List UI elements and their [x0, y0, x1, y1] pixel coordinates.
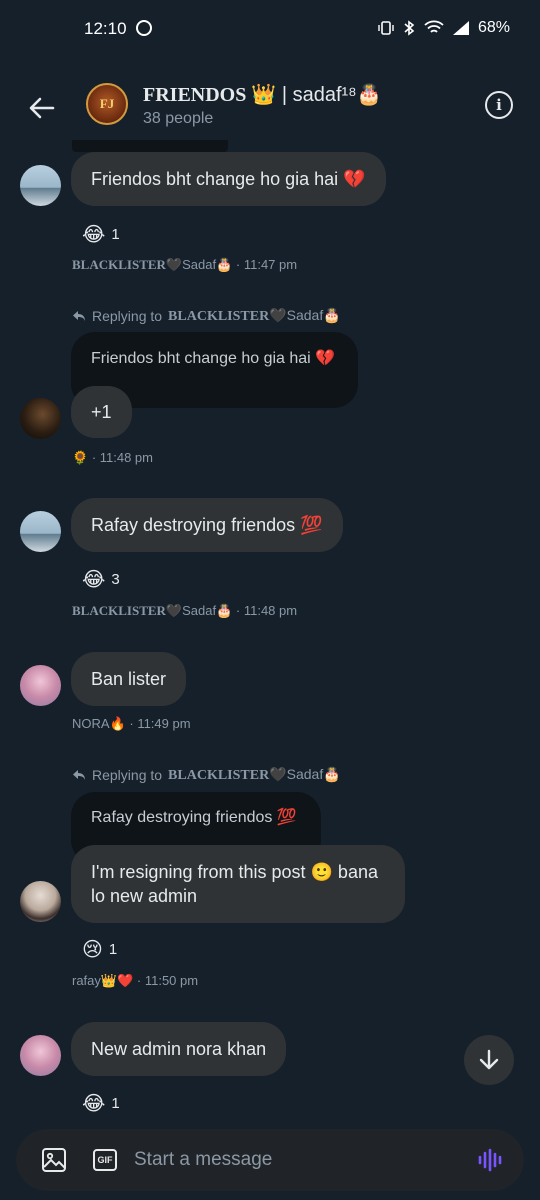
- group-title-rest: | sadaf¹⁸🎂: [281, 84, 382, 106]
- message-input[interactable]: [134, 1145, 454, 1175]
- image-icon: [42, 1148, 66, 1172]
- reply-prefix: Replying to: [92, 308, 163, 324]
- sender-name: BLACKLISTER: [72, 257, 166, 272]
- message-meta: NORA🔥 · 11:49 pm: [72, 716, 191, 732]
- battery-level: 68%: [477, 19, 510, 36]
- wifi-icon: [424, 20, 444, 33]
- group-avatar[interactable]: FJ: [86, 83, 128, 125]
- voice-wave-icon: [478, 1148, 502, 1172]
- message-time: · 11:49 pm: [129, 716, 191, 731]
- status-time: 12:10: [84, 19, 127, 38]
- sender-name: 🌻: [72, 450, 89, 465]
- back-button[interactable]: [22, 88, 62, 128]
- avatar[interactable]: [20, 511, 61, 552]
- vibrate-icon: [378, 21, 394, 35]
- avatar[interactable]: [20, 1035, 61, 1076]
- reaction-emoji: 😂: [82, 224, 106, 246]
- sender-suffix: 🖤Sadaf🎂: [165, 603, 233, 618]
- sender-suffix: 🖤Sadaf🎂: [165, 257, 233, 272]
- reaction-count: 1: [108, 941, 118, 958]
- message-meta: BLACKLISTER🖤Sadaf🎂 · 11:47 pm: [72, 257, 297, 273]
- bluetooth-icon: [404, 20, 415, 36]
- reply-name: BLACKLISTER: [168, 768, 270, 783]
- reply-prefix: Replying to: [92, 767, 163, 783]
- reaction[interactable]: 😂 3: [82, 567, 120, 592]
- reply-name: BLACKLISTER: [168, 309, 270, 324]
- reaction-count: 1: [111, 226, 120, 243]
- reaction-emoji: 😂: [82, 1093, 106, 1115]
- sender-name: BLACKLISTER: [72, 603, 166, 618]
- scroll-to-bottom-button[interactable]: [464, 1035, 514, 1085]
- signal-icon: [452, 21, 469, 35]
- previous-message-edge: [72, 140, 228, 152]
- arrow-down-icon: [479, 1049, 499, 1070]
- avatar[interactable]: [20, 881, 61, 922]
- arrow-left-icon: [29, 97, 55, 119]
- message-time: · 11:50 pm: [136, 973, 199, 988]
- message-bubble[interactable]: Rafay destroying friendos 💯: [71, 498, 343, 552]
- reaction[interactable]: 😂 1: [82, 222, 120, 247]
- whatsapp-icon: [136, 20, 152, 36]
- message-bubble[interactable]: Friendos bht change ho gia hai 💔: [71, 152, 386, 206]
- reply-suffix: 🖤Sadaf🎂: [269, 307, 341, 323]
- reply-suffix: 🖤Sadaf🎂: [269, 766, 341, 782]
- group-title-main: FRIENDOS 👑: [143, 84, 277, 106]
- info-button[interactable]: i: [485, 91, 513, 119]
- message-meta: 🌻 · 11:48 pm: [72, 450, 153, 466]
- gif-button[interactable]: GIF: [91, 1146, 119, 1174]
- info-icon: i: [496, 96, 502, 114]
- message-meta: BLACKLISTER🖤Sadaf🎂 · 11:48 pm: [72, 603, 297, 619]
- status-icons: 68%: [378, 19, 510, 37]
- sender-name: NORA🔥: [72, 716, 126, 731]
- message-bubble[interactable]: +1: [71, 386, 132, 438]
- media-button[interactable]: [40, 1146, 68, 1174]
- group-title[interactable]: FRIENDOS 👑 | sadaf¹⁸🎂: [143, 82, 382, 107]
- group-logo-text: FJ: [99, 96, 115, 111]
- member-count[interactable]: 38 people: [143, 110, 213, 128]
- conversation-header: FJ FRIENDOS 👑 | sadaf¹⁸🎂 38 people i: [0, 70, 540, 140]
- reaction-count: 1: [111, 1095, 120, 1112]
- gif-icon: GIF: [93, 1149, 117, 1171]
- reaction[interactable]: 😢 1: [82, 937, 117, 962]
- voice-message-button[interactable]: [476, 1146, 504, 1174]
- message-bubble[interactable]: I'm resigning from this post 🙂 bana lo n…: [71, 845, 405, 923]
- reply-arrow-icon: [73, 311, 85, 321]
- message-meta: rafay👑❤️ · 11:50 pm: [72, 973, 198, 989]
- message-time: · 11:48 pm: [235, 603, 298, 618]
- reaction[interactable]: 😂 1: [82, 1091, 120, 1116]
- sender-name: rafay👑❤️: [72, 973, 134, 988]
- reaction-emoji: 😢: [82, 939, 103, 961]
- status-bar: 12:10 68%: [0, 0, 540, 60]
- reply-indicator[interactable]: Replying to BLACKLISTER🖤Sadaf🎂: [72, 307, 341, 325]
- message-bubble[interactable]: Ban lister: [71, 652, 187, 706]
- message-time: · 11:47 pm: [235, 257, 298, 272]
- reply-arrow-icon: [73, 770, 85, 780]
- message-time: · 11:48 pm: [91, 450, 153, 465]
- message-composer: GIF: [16, 1129, 524, 1191]
- avatar[interactable]: [20, 665, 61, 706]
- reply-indicator[interactable]: Replying to BLACKLISTER🖤Sadaf🎂: [72, 766, 341, 784]
- avatar[interactable]: [20, 398, 61, 439]
- reaction-emoji: 😂: [82, 569, 106, 591]
- avatar[interactable]: [20, 165, 61, 206]
- message-bubble[interactable]: New admin nora khan: [71, 1022, 287, 1076]
- reaction-count: 3: [111, 571, 120, 588]
